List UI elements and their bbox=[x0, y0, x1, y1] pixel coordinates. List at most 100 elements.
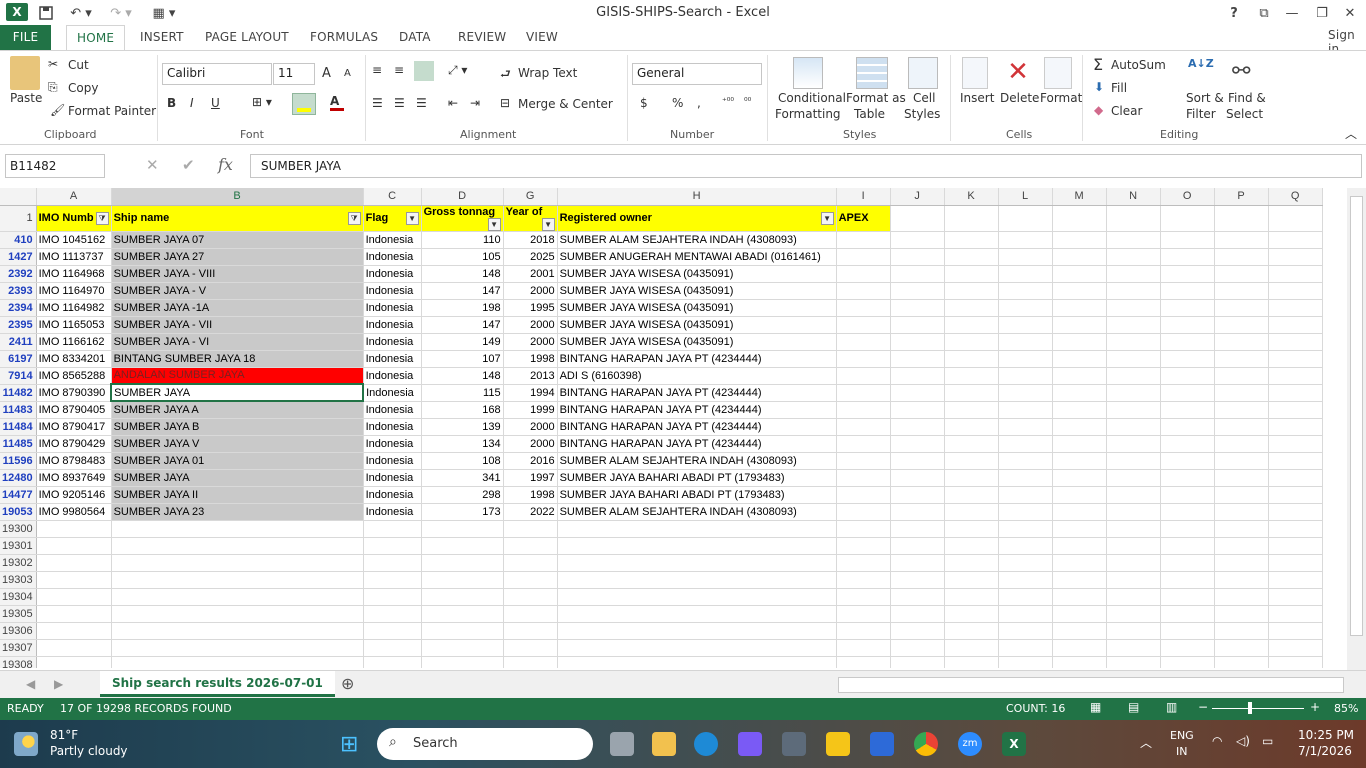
cell[interactable] bbox=[998, 639, 1053, 657]
vertical-scroll-thumb[interactable] bbox=[1350, 196, 1363, 636]
row-header[interactable]: 19304 bbox=[0, 588, 37, 606]
fill-icon[interactable]: ⬇ bbox=[1094, 80, 1104, 94]
imo-cell[interactable]: IMO 8790390 bbox=[36, 384, 112, 402]
owner-cell[interactable]: SUMBER ALAM SEJAHTERA INDAH (4308093) bbox=[557, 503, 837, 521]
cell[interactable] bbox=[836, 639, 891, 657]
gross-tonnage-cell[interactable]: 110 bbox=[421, 231, 504, 249]
row-header[interactable]: 19305 bbox=[0, 605, 37, 623]
cell[interactable] bbox=[998, 384, 1053, 402]
cell[interactable] bbox=[836, 418, 891, 436]
cell[interactable] bbox=[503, 605, 558, 623]
ship-name-cell[interactable]: SUMBER JAYA - V bbox=[111, 282, 364, 300]
cell[interactable] bbox=[503, 554, 558, 572]
imo-cell[interactable]: IMO 1164970 bbox=[36, 282, 112, 300]
ship-name-cell[interactable]: SUMBER JAYA bbox=[111, 469, 364, 487]
cancel-icon[interactable]: ✕ bbox=[146, 156, 159, 174]
select-all-corner[interactable] bbox=[0, 188, 37, 206]
cell[interactable] bbox=[1052, 452, 1107, 470]
cell[interactable] bbox=[1106, 622, 1161, 640]
header-cell-ship[interactable]: Ship name ⧩ bbox=[111, 205, 364, 232]
cell[interactable] bbox=[111, 571, 364, 589]
filter-active-icon[interactable]: ⧩ bbox=[95, 211, 109, 225]
cell[interactable] bbox=[1052, 316, 1107, 334]
cell[interactable] bbox=[1052, 605, 1107, 623]
cell[interactable] bbox=[890, 435, 945, 453]
italic-button[interactable]: I bbox=[190, 96, 194, 110]
cell[interactable] bbox=[944, 452, 999, 470]
align-right-icon[interactable]: ☰ bbox=[416, 96, 427, 110]
ship-name-cell[interactable]: SUMBER JAYA 27 bbox=[111, 248, 364, 266]
cell[interactable] bbox=[1052, 656, 1107, 668]
cell[interactable] bbox=[1214, 435, 1269, 453]
cell[interactable] bbox=[1268, 469, 1323, 487]
imo-cell[interactable]: IMO 1113737 bbox=[36, 248, 112, 266]
cell[interactable] bbox=[836, 588, 891, 606]
cell[interactable] bbox=[1214, 656, 1269, 668]
ship-name-cell[interactable]: SUMBER JAYA - VIII bbox=[111, 265, 364, 283]
gross-tonnage-cell[interactable]: 341 bbox=[421, 469, 504, 487]
autosum-button[interactable]: AutoSum bbox=[1111, 58, 1166, 72]
cell[interactable] bbox=[998, 205, 1053, 232]
tab-data[interactable]: DATA bbox=[399, 30, 431, 44]
cell[interactable] bbox=[944, 248, 999, 266]
cell[interactable] bbox=[36, 656, 112, 668]
flag-cell[interactable]: Indonesia bbox=[363, 282, 422, 300]
copy-button[interactable]: Copy bbox=[68, 81, 98, 95]
cell[interactable] bbox=[1268, 248, 1323, 266]
cell[interactable] bbox=[998, 418, 1053, 436]
cell[interactable] bbox=[1268, 656, 1323, 668]
year-cell[interactable]: 2000 bbox=[503, 282, 558, 300]
cell[interactable] bbox=[36, 571, 112, 589]
cell[interactable] bbox=[1214, 605, 1269, 623]
cell[interactable] bbox=[1052, 486, 1107, 504]
cell[interactable] bbox=[944, 656, 999, 668]
cell[interactable] bbox=[890, 571, 945, 589]
wrap-text-button[interactable]: Wrap Text bbox=[518, 66, 577, 80]
cell[interactable] bbox=[998, 622, 1053, 640]
cell[interactable] bbox=[890, 503, 945, 521]
cell[interactable] bbox=[111, 605, 364, 623]
cell[interactable] bbox=[1052, 367, 1107, 385]
cell[interactable] bbox=[1214, 367, 1269, 385]
app-icon[interactable] bbox=[738, 732, 762, 756]
cell[interactable] bbox=[1214, 282, 1269, 300]
show-hidden-icons[interactable]: ︿ bbox=[1140, 734, 1152, 751]
cell[interactable] bbox=[111, 537, 364, 555]
cell[interactable] bbox=[890, 486, 945, 504]
cell[interactable] bbox=[1268, 316, 1323, 334]
cell[interactable] bbox=[1214, 299, 1269, 317]
cell[interactable] bbox=[836, 469, 891, 487]
row-header[interactable]: 2394 bbox=[0, 299, 37, 317]
fill-button[interactable]: Fill bbox=[1111, 81, 1127, 95]
cell[interactable] bbox=[1106, 469, 1161, 487]
cell[interactable] bbox=[890, 639, 945, 657]
cell[interactable] bbox=[1106, 248, 1161, 266]
align-top-icon[interactable]: ≡ bbox=[372, 63, 382, 77]
cell[interactable] bbox=[944, 537, 999, 555]
gross-tonnage-cell[interactable]: 173 bbox=[421, 503, 504, 521]
row-header[interactable]: 2395 bbox=[0, 316, 37, 334]
cell[interactable] bbox=[1106, 333, 1161, 351]
imo-cell[interactable]: IMO 1164968 bbox=[36, 265, 112, 283]
cell[interactable] bbox=[1052, 401, 1107, 419]
cell[interactable] bbox=[890, 316, 945, 334]
cell[interactable] bbox=[1160, 486, 1215, 504]
cell[interactable] bbox=[1160, 503, 1215, 521]
cell[interactable] bbox=[1268, 384, 1323, 402]
cell[interactable] bbox=[1268, 571, 1323, 589]
bold-button[interactable]: B bbox=[167, 96, 176, 110]
cell[interactable] bbox=[421, 554, 504, 572]
cell[interactable] bbox=[998, 316, 1053, 334]
row-header[interactable]: 2393 bbox=[0, 282, 37, 300]
cell[interactable] bbox=[1268, 622, 1323, 640]
col-header-c[interactable]: C bbox=[363, 188, 422, 206]
ship-name-cell[interactable]: SUMBER JAYA - VI bbox=[111, 333, 364, 351]
year-cell[interactable]: 1997 bbox=[503, 469, 558, 487]
row-header[interactable]: 19300 bbox=[0, 520, 37, 538]
cell[interactable] bbox=[1160, 265, 1215, 283]
shrink-font-icon[interactable]: A bbox=[344, 68, 351, 79]
enter-icon[interactable]: ✔ bbox=[182, 156, 195, 174]
owner-cell[interactable]: BINTANG HARAPAN JAYA PT (4234444) bbox=[557, 418, 837, 436]
cell[interactable] bbox=[1052, 248, 1107, 266]
cell[interactable] bbox=[890, 231, 945, 249]
